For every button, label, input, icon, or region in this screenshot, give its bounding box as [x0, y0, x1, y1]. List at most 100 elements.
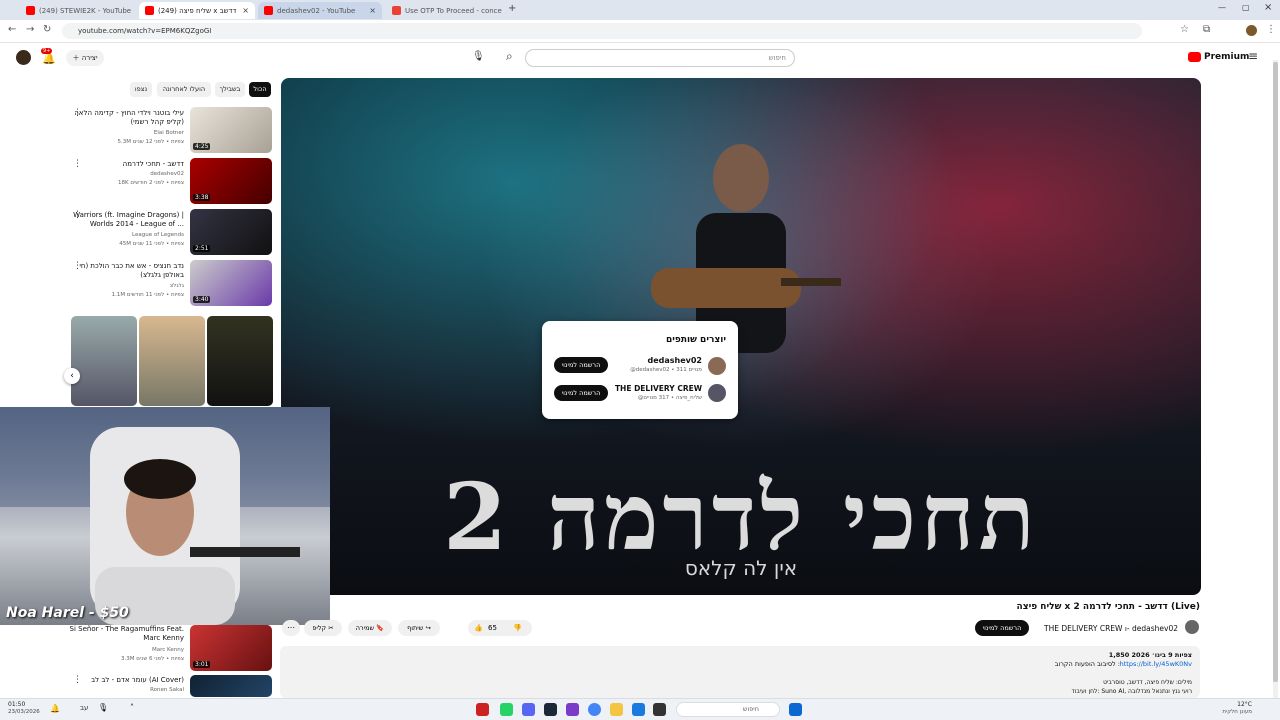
bookmark-star-icon[interactable]: ☆: [1180, 24, 1189, 35]
hamburger-menu-icon[interactable]: ≡: [1248, 49, 1258, 63]
donation-alert: Noa Harel - $50: [6, 605, 129, 621]
app-icon[interactable]: [632, 703, 645, 716]
video-title[interactable]: Si Señor - The Ragamuffins Feat. Marc Ke…: [64, 625, 184, 643]
whatsapp-icon[interactable]: [500, 703, 513, 716]
dislike-icon[interactable]: 👎: [513, 620, 522, 636]
creator-name[interactable]: THE DELIVERY CREW: [615, 384, 702, 393]
weather-temp[interactable]: 12°C: [1237, 701, 1252, 708]
extensions-icon[interactable]: ⧉: [1203, 24, 1210, 35]
subscribe-button[interactable]: הרשמה למינוי: [975, 620, 1029, 636]
chip-for-you[interactable]: בשבילך: [215, 82, 245, 97]
browser-menu-icon[interactable]: ⋮: [1266, 24, 1276, 35]
channel-avatar[interactable]: [1185, 620, 1199, 634]
subscribe-button[interactable]: הרשמה למינוי: [554, 357, 608, 373]
chip-watched[interactable]: נצפו: [130, 82, 152, 97]
more-options-icon[interactable]: ⋮: [73, 108, 82, 118]
forward-arrow-icon[interactable]: →: [26, 24, 34, 35]
video-title[interactable]: עומר אדם - לב לב (AI Cover): [64, 676, 184, 685]
chip-all[interactable]: הכול: [249, 82, 271, 97]
chip-recent[interactable]: הועלו לאחרונה: [157, 82, 211, 97]
language-indicator[interactable]: עב: [80, 704, 88, 712]
app-icon[interactable]: [476, 703, 489, 716]
account-avatar[interactable]: [16, 50, 31, 65]
app-icon[interactable]: [653, 703, 666, 716]
channel-name[interactable]: Marc Kenny: [64, 646, 184, 654]
more-options-icon[interactable]: ⋮: [73, 159, 82, 169]
channel-name[interactable]: גלגלצ: [64, 282, 184, 290]
more-options-icon[interactable]: ⋮: [73, 675, 82, 685]
microphone-tray-icon[interactable]: 🎙: [98, 703, 108, 712]
shorts-thumbnail[interactable]: [71, 316, 137, 406]
weather-desc[interactable]: מעונן חלקית: [1222, 709, 1252, 715]
microphone-icon[interactable]: 🎙: [472, 51, 485, 62]
youtube-logo[interactable]: Premium: [1188, 52, 1249, 62]
more-options-icon[interactable]: ⋮: [73, 261, 82, 271]
file-explorer-icon[interactable]: [610, 703, 623, 716]
chrome-icon[interactable]: [588, 703, 601, 716]
creator-name[interactable]: dedashev02: [647, 356, 702, 365]
tab-current-video[interactable]: (249) שליח פיצה x דדשב ×: [139, 2, 255, 19]
shorts-thumbnail[interactable]: [139, 316, 205, 406]
description-link[interactable]: https://bit.ly/45wK0Nv: [1120, 660, 1192, 668]
save-button[interactable]: שמירה 🔖: [348, 620, 392, 636]
channel-name[interactable]: League of Legends: [64, 231, 184, 239]
app-icon[interactable]: [566, 703, 579, 716]
new-tab-button[interactable]: +: [508, 3, 516, 14]
video-title[interactable]: Warriors (ft. Imagine Dragons) | Worlds …: [64, 211, 184, 229]
url-bar[interactable]: youtube.com/watch?v=EPM6KQZgoGI: [62, 23, 1142, 39]
channel-name[interactable]: Ronen Sakal: [64, 686, 184, 694]
scrollbar-thumb[interactable]: [1273, 62, 1278, 682]
webcam-overlay: Noa Harel - $50: [0, 407, 330, 625]
close-tab-icon[interactable]: ×: [135, 6, 136, 15]
close-tab-icon[interactable]: ×: [369, 6, 376, 15]
tab-gmail-otp[interactable]: Use OTP To Proceed - concema ×: [386, 2, 502, 19]
video-thumbnail[interactable]: [190, 675, 272, 697]
search-icon[interactable]: ⌕: [506, 49, 513, 64]
video-player[interactable]: תחכי לדרמה 2 אין לה קלאס: [281, 78, 1201, 595]
like-icon[interactable]: 👍: [474, 620, 483, 636]
video-title[interactable]: עילי בוטנר וילדי החוץ - קדימה הלאה (קליפ…: [64, 109, 184, 127]
chevron-left-icon[interactable]: ‹: [64, 368, 80, 384]
share-button[interactable]: שיתוף ↪: [398, 620, 440, 636]
more-actions-button[interactable]: ⋯: [282, 620, 300, 636]
video-thumbnail[interactable]: 3:38: [190, 158, 272, 204]
video-thumbnail[interactable]: 2:51: [190, 209, 272, 255]
reload-icon[interactable]: ↻: [43, 24, 51, 35]
profile-avatar[interactable]: [1246, 25, 1257, 36]
creator-avatar[interactable]: [708, 357, 726, 375]
clip-button[interactable]: קליפ ✂: [304, 620, 342, 636]
taskbar-search[interactable]: חיפוש: [676, 702, 780, 717]
video-title[interactable]: דדשב - תחכי לדרמה: [64, 160, 184, 169]
video-title[interactable]: נדב חנציס - אש את כבר הולכת (חי באולפן ג…: [64, 262, 184, 280]
chevron-up-icon[interactable]: ˄: [130, 703, 134, 712]
maximize-button[interactable]: ▢: [1242, 3, 1250, 12]
clock-time[interactable]: 01:50: [8, 701, 25, 708]
tab-stewie2k[interactable]: (249) STEWIE2K - YouTube ×: [20, 2, 136, 19]
create-button[interactable]: ＋ יצירה: [66, 50, 104, 66]
video-thumbnail[interactable]: 3:01: [190, 625, 272, 671]
search-input[interactable]: חיפוש: [525, 49, 795, 67]
steam-icon[interactable]: [544, 703, 557, 716]
channel-names[interactable]: THE DELIVERY CREW ו- dedashev02: [1044, 624, 1178, 633]
creator-avatar[interactable]: [708, 384, 726, 402]
collaborators-dialog: יוצרים שותפים dedashev02 @dedashev02 • 3…: [542, 321, 738, 419]
description-box[interactable]: 1,850 צפיות 9 בינו׳ 2026 לסיבוב הופעות ה…: [280, 646, 1200, 698]
channel-name[interactable]: dedashev02: [64, 170, 184, 178]
clock-date[interactable]: 23/03/2026: [8, 709, 40, 715]
shorts-thumbnail[interactable]: [207, 316, 273, 406]
video-thumbnail[interactable]: 4:25: [190, 107, 272, 153]
discord-icon[interactable]: [522, 703, 535, 716]
subscribe-button[interactable]: הרשמה למינוי: [554, 385, 608, 401]
video-thumbnail[interactable]: 3:40: [190, 260, 272, 306]
more-options-icon[interactable]: ⋮: [73, 210, 82, 220]
close-window-button[interactable]: ×: [1264, 2, 1272, 13]
page-scrollbar[interactable]: [1273, 60, 1278, 700]
notifications-icon[interactable]: 🔔: [50, 704, 60, 713]
back-arrow-icon[interactable]: ←: [8, 24, 16, 35]
close-tab-icon[interactable]: ×: [242, 6, 249, 15]
channel-name[interactable]: Elai Botner: [64, 129, 184, 137]
views-date: 1,850 צפיות 9 בינו׳ 2026: [1108, 651, 1192, 659]
windows-start-icon[interactable]: [789, 703, 802, 716]
tab-dedashev02[interactable]: dedashev02 - YouTube ×: [258, 2, 382, 19]
minimize-button[interactable]: —: [1218, 3, 1226, 12]
